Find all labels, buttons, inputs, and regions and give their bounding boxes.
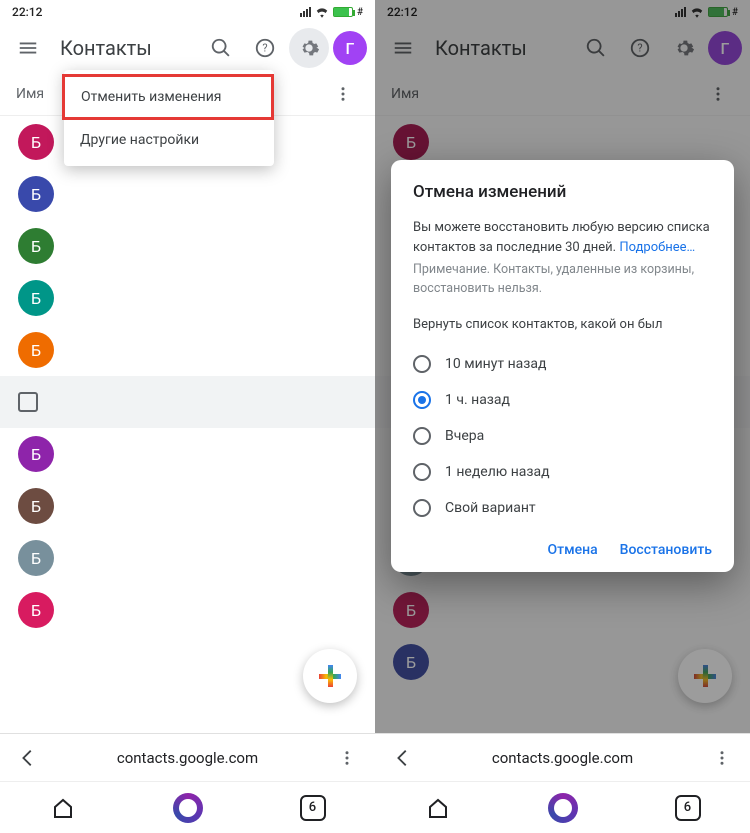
list-item[interactable]: Б: [0, 272, 375, 324]
home-icon[interactable]: [418, 788, 458, 828]
more-icon[interactable]: [327, 78, 359, 110]
tabs-icon[interactable]: 6: [293, 788, 333, 828]
radio-icon: [413, 391, 431, 409]
radio-option-1week[interactable]: 1 неделю назад: [413, 454, 712, 490]
radio-option-custom[interactable]: Свой вариант: [413, 490, 712, 526]
yandex-icon[interactable]: [543, 788, 583, 828]
settings-dropdown: Отменить изменения Другие настройки: [64, 70, 274, 166]
wifi-icon: [315, 7, 329, 18]
learn-more-link[interactable]: Подробнее…: [619, 240, 695, 255]
contact-avatar: Б: [18, 592, 54, 628]
status-bar: 22:12 #: [0, 0, 375, 24]
fab-add-contact[interactable]: [303, 649, 357, 703]
dialog-prompt: Вернуть список контактов, какой он был: [413, 317, 712, 332]
list-item[interactable]: Б: [0, 324, 375, 376]
search-icon[interactable]: [201, 28, 241, 68]
dialog-title: Отмена изменений: [413, 182, 712, 202]
radio-option-10min[interactable]: 10 минут назад: [413, 346, 712, 382]
radio-icon: [413, 463, 431, 481]
browser-url-bar[interactable]: contacts.google.com: [375, 733, 750, 781]
list-item[interactable]: Б: [0, 168, 375, 220]
help-icon[interactable]: ?: [245, 28, 285, 68]
url-more-icon[interactable]: [329, 740, 365, 776]
dialog-note: Примечание. Контакты, удаленные из корзи…: [413, 261, 712, 299]
browser-bottom-nav: 6: [0, 781, 375, 833]
url-text[interactable]: contacts.google.com: [427, 749, 698, 767]
contact-avatar: Б: [18, 540, 54, 576]
contact-avatar: Б: [18, 280, 54, 316]
back-icon[interactable]: [10, 740, 46, 776]
contact-avatar: Б: [18, 228, 54, 264]
browser-url-bar[interactable]: contacts.google.com: [0, 733, 375, 781]
radio-icon: [413, 499, 431, 517]
radio-option-yesterday[interactable]: Вчера: [413, 418, 712, 454]
browser-bottom-nav: 6: [375, 781, 750, 833]
undo-changes-dialog: Отмена изменений Вы можете восстановить …: [391, 160, 734, 572]
account-avatar[interactable]: Г: [333, 31, 367, 65]
signal-icon: [300, 7, 311, 17]
checkbox-icon[interactable]: [18, 392, 38, 412]
plus-icon: [319, 665, 341, 687]
dropdown-other-settings[interactable]: Другие настройки: [64, 120, 274, 160]
url-more-icon[interactable]: [704, 740, 740, 776]
dialog-description: Вы можете восстановить любую версию спис…: [413, 218, 712, 257]
home-icon[interactable]: [43, 788, 83, 828]
list-item[interactable]: Б: [0, 428, 375, 480]
list-item[interactable]: [0, 376, 375, 428]
back-icon[interactable]: [385, 740, 421, 776]
section-label: Имя: [16, 86, 44, 102]
cancel-button[interactable]: Отмена: [547, 542, 597, 558]
contact-list[interactable]: Б Б Б Б Б Б Б Б Б: [0, 116, 375, 733]
contact-avatar: Б: [18, 124, 54, 160]
list-item[interactable]: Б: [0, 220, 375, 272]
contact-avatar: Б: [18, 176, 54, 212]
tabs-icon[interactable]: 6: [668, 788, 708, 828]
yandex-icon[interactable]: [168, 788, 208, 828]
radio-icon: [413, 427, 431, 445]
app-title: Контакты: [52, 36, 197, 60]
dropdown-undo-changes[interactable]: Отменить изменения: [62, 74, 274, 120]
list-item[interactable]: Б: [0, 532, 375, 584]
app-bar: Контакты ? Г: [0, 24, 375, 72]
list-item[interactable]: Б: [0, 480, 375, 532]
battery-icon: [333, 7, 353, 17]
contact-avatar: Б: [18, 436, 54, 472]
menu-icon[interactable]: [8, 28, 48, 68]
radio-icon: [413, 355, 431, 373]
radio-option-1hour[interactable]: 1 ч. назад: [413, 382, 712, 418]
status-time: 22:12: [12, 5, 42, 19]
settings-icon[interactable]: [289, 28, 329, 68]
contact-avatar: Б: [18, 332, 54, 368]
list-item[interactable]: Б: [0, 584, 375, 636]
contact-avatar: Б: [18, 488, 54, 524]
url-text[interactable]: contacts.google.com: [52, 749, 323, 767]
svg-text:?: ?: [262, 42, 267, 55]
restore-button[interactable]: Восстановить: [620, 542, 712, 558]
